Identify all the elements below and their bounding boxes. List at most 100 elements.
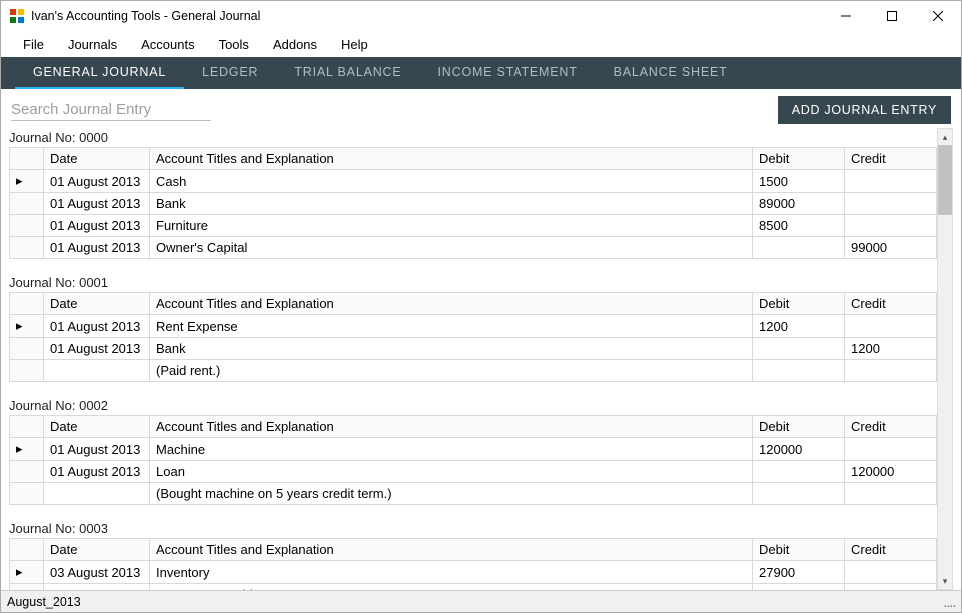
col-marker-header[interactable] [10, 293, 44, 315]
menu-accounts[interactable]: Accounts [129, 33, 206, 56]
table-row[interactable]: ▸01 August 2013Rent Expense1200 [10, 315, 937, 338]
journal-table: DateAccount Titles and ExplanationDebitC… [9, 415, 937, 505]
table-row[interactable]: ▸01 August 2013Machine120000 [10, 438, 937, 461]
cell-date [44, 483, 150, 505]
menu-bar: File Journals Accounts Tools Addons Help [1, 31, 961, 57]
cell-credit: 27900 [845, 584, 937, 591]
col-account-header[interactable]: Account Titles and Explanation [150, 293, 753, 315]
tab-trial-balance[interactable]: TRIAL BALANCE [276, 57, 419, 89]
col-credit-header[interactable]: Credit [845, 293, 937, 315]
col-account-header[interactable]: Account Titles and Explanation [150, 148, 753, 170]
cell-debit [753, 237, 845, 259]
cell-date: 03 August 2013 [44, 584, 150, 591]
col-debit-header[interactable]: Debit [753, 148, 845, 170]
table-row[interactable]: 03 August 2013Accounts Payable27900 [10, 584, 937, 591]
close-button[interactable] [915, 1, 961, 31]
journal-block: Journal No: 0002DateAccount Titles and E… [9, 396, 937, 505]
table-row[interactable]: ▸01 August 2013Cash1500 [10, 170, 937, 193]
col-debit-header[interactable]: Debit [753, 416, 845, 438]
cell-credit [845, 193, 937, 215]
cell-credit [845, 170, 937, 193]
cell-debit: 89000 [753, 193, 845, 215]
search-input[interactable] [11, 99, 211, 121]
row-marker-icon: ▸ [10, 170, 44, 193]
cell-credit: 120000 [845, 461, 937, 483]
col-date-header[interactable]: Date [44, 293, 150, 315]
row-marker-icon: ▸ [10, 315, 44, 338]
cell-debit [753, 338, 845, 360]
vertical-scrollbar[interactable]: ▴ ▾ [937, 128, 953, 590]
cell-date [44, 360, 150, 382]
maximize-button[interactable] [869, 1, 915, 31]
cell-account: (Bought machine on 5 years credit term.) [150, 483, 753, 505]
scroll-down-icon[interactable]: ▾ [938, 573, 952, 589]
cell-credit: 99000 [845, 237, 937, 259]
content-area: Journal No: 0000DateAccount Titles and E… [1, 128, 961, 590]
cell-date: 01 August 2013 [44, 438, 150, 461]
scroll-track[interactable] [938, 145, 952, 573]
col-credit-header[interactable]: Credit [845, 416, 937, 438]
cell-account: Machine [150, 438, 753, 461]
col-marker-header[interactable] [10, 148, 44, 170]
table-row[interactable]: (Bought machine on 5 years credit term.) [10, 483, 937, 505]
col-date-header[interactable]: Date [44, 539, 150, 561]
menu-file[interactable]: File [11, 33, 56, 56]
col-credit-header[interactable]: Credit [845, 148, 937, 170]
cell-account: Inventory [150, 561, 753, 584]
cell-account: (Paid rent.) [150, 360, 753, 382]
table-row[interactable]: 01 August 2013Loan120000 [10, 461, 937, 483]
menu-addons[interactable]: Addons [261, 33, 329, 56]
title-bar: Ivan's Accounting Tools - General Journa… [1, 1, 961, 31]
cell-date: 01 August 2013 [44, 193, 150, 215]
table-row[interactable]: 01 August 2013Bank1200 [10, 338, 937, 360]
col-debit-header[interactable]: Debit [753, 293, 845, 315]
cell-debit [753, 360, 845, 382]
cell-date: 01 August 2013 [44, 215, 150, 237]
tab-ledger[interactable]: LEDGER [184, 57, 276, 89]
toolbar: ADD JOURNAL ENTRY [1, 89, 961, 128]
col-account-header[interactable]: Account Titles and Explanation [150, 539, 753, 561]
cell-credit [845, 438, 937, 461]
menu-help[interactable]: Help [329, 33, 380, 56]
col-credit-header[interactable]: Credit [845, 539, 937, 561]
col-date-header[interactable]: Date [44, 148, 150, 170]
cell-credit: 1200 [845, 338, 937, 360]
resize-grip-icon[interactable]: ⣀⣀ [943, 595, 955, 608]
row-marker-icon [10, 360, 44, 382]
journal-block: Journal No: 0001DateAccount Titles and E… [9, 273, 937, 382]
row-marker-icon: ▸ [10, 561, 44, 584]
cell-date: 01 August 2013 [44, 315, 150, 338]
journal-table: DateAccount Titles and ExplanationDebitC… [9, 538, 937, 590]
menu-journals[interactable]: Journals [56, 33, 129, 56]
journal-number-label: Journal No: 0001 [9, 273, 937, 292]
minimize-button[interactable] [823, 1, 869, 31]
cell-debit [753, 461, 845, 483]
col-date-header[interactable]: Date [44, 416, 150, 438]
tab-general-journal[interactable]: GENERAL JOURNAL [15, 57, 184, 89]
journal-block: Journal No: 0003DateAccount Titles and E… [9, 519, 937, 590]
menu-tools[interactable]: Tools [207, 33, 261, 56]
col-marker-header[interactable] [10, 539, 44, 561]
add-journal-entry-button[interactable]: ADD JOURNAL ENTRY [778, 96, 951, 124]
cell-account: Bank [150, 338, 753, 360]
cell-account: Bank [150, 193, 753, 215]
tab-balance-sheet[interactable]: BALANCE SHEET [596, 57, 746, 89]
col-debit-header[interactable]: Debit [753, 539, 845, 561]
table-row[interactable]: (Paid rent.) [10, 360, 937, 382]
scroll-thumb[interactable] [938, 145, 952, 215]
cell-date: 01 August 2013 [44, 461, 150, 483]
row-marker-icon [10, 338, 44, 360]
row-marker-icon [10, 215, 44, 237]
table-row[interactable]: 01 August 2013Owner's Capital99000 [10, 237, 937, 259]
col-account-header[interactable]: Account Titles and Explanation [150, 416, 753, 438]
cell-credit [845, 215, 937, 237]
journal-number-label: Journal No: 0000 [9, 128, 937, 147]
table-row[interactable]: 01 August 2013Furniture8500 [10, 215, 937, 237]
row-marker-icon [10, 584, 44, 591]
table-row[interactable]: ▸03 August 2013Inventory27900 [10, 561, 937, 584]
table-row[interactable]: 01 August 2013Bank89000 [10, 193, 937, 215]
row-marker-icon [10, 461, 44, 483]
col-marker-header[interactable] [10, 416, 44, 438]
scroll-up-icon[interactable]: ▴ [938, 129, 952, 145]
tab-income-statement[interactable]: INCOME STATEMENT [420, 57, 596, 89]
